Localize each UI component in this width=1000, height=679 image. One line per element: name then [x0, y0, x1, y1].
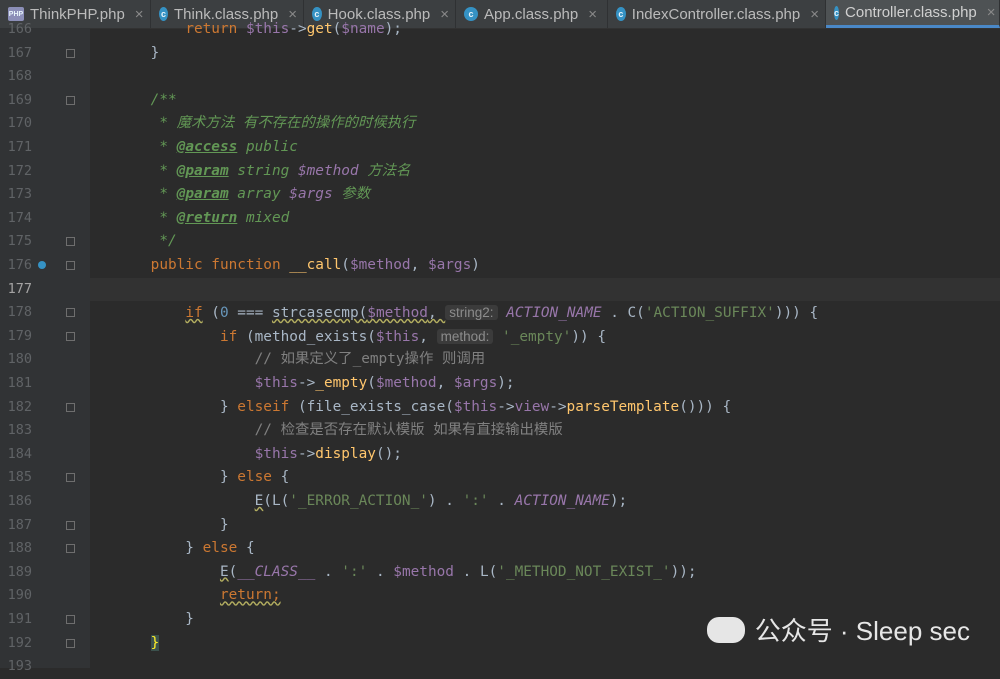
code-line[interactable]: 173 * @param array $args 参数: [0, 183, 1000, 207]
fold-marker-icon[interactable]: [66, 261, 75, 270]
fold-marker-icon[interactable]: [66, 615, 75, 624]
code-text: $this->display();: [254, 445, 402, 462]
code-text: public function __call($method, $args): [150, 257, 480, 273]
line-number: 182: [7, 398, 32, 415]
line-number: 183: [7, 422, 32, 439]
line-number: 191: [7, 611, 32, 627]
line-number: 172: [7, 162, 32, 179]
code-text: }: [116, 44, 160, 61]
wechat-icon: [706, 616, 745, 643]
line-number: 176: [7, 257, 32, 273]
code-line[interactable]: 169 /**: [0, 89, 1000, 113]
code-text: * @return mixed: [159, 209, 290, 226]
code-text: */: [159, 233, 177, 250]
code-text: * 魔术方法 有不存在的操作的时候执行: [159, 115, 416, 132]
line-number: 190: [7, 587, 32, 604]
code-line[interactable]: 170 * 魔术方法 有不存在的操作的时候执行: [0, 112, 1000, 136]
line-number: 193: [7, 658, 32, 675]
code-text: } elseif (file_exists_case($this->view->…: [116, 398, 732, 415]
line-number: 179: [7, 327, 32, 344]
code-text: return $this->get($name);: [185, 21, 402, 37]
code-line[interactable]: 186 E(L('_ERROR_ACTION_') . ':' . ACTION…: [0, 490, 1000, 514]
code-line[interactable]: 168: [0, 65, 1000, 89]
line-number: 184: [7, 445, 32, 462]
line-number: 181: [7, 375, 32, 391]
line-number: 168: [7, 68, 32, 85]
code-line[interactable]: 190 return;: [0, 584, 1000, 608]
code-text: /**: [150, 91, 177, 108]
code-line[interactable]: 193: [0, 655, 1000, 679]
line-number: 166: [7, 21, 32, 37]
code-text: return;: [219, 587, 281, 604]
code-line[interactable]: 180 // 如果定义了_empty操作 则调用: [0, 348, 1000, 372]
line-number: 167: [7, 44, 32, 61]
code-line[interactable]: 174 * @return mixed: [0, 207, 1000, 231]
line-number: 177: [7, 280, 32, 297]
code-line[interactable]: 175 */: [0, 230, 1000, 254]
fold-marker-icon[interactable]: [66, 48, 75, 58]
line-number: 192: [7, 634, 32, 651]
line-number: 175: [7, 233, 32, 250]
code-text: if (0 === strcasecmp($method, string2: A…: [185, 305, 819, 322]
code-text: // 检查是否存在默认模版 如果有直接输出模版: [254, 422, 563, 439]
code-text: $this->_empty($method, $args);: [254, 375, 515, 391]
code-line[interactable]: 178 if (0 === strcasecmp($method, string…: [0, 301, 1000, 325]
watermark-text: 公众号 · Sleep sec: [754, 616, 970, 646]
code-text: // 如果定义了_empty操作 则调用: [254, 351, 486, 368]
fold-marker-icon[interactable]: [66, 638, 75, 648]
fold-marker-icon[interactable]: [66, 402, 75, 412]
line-number: 187: [7, 516, 32, 533]
line-number: 173: [7, 186, 32, 203]
override-method-icon[interactable]: [38, 261, 46, 269]
fold-marker-icon[interactable]: [66, 544, 75, 554]
code-line[interactable]: 176 public function __call($method, $arg…: [0, 254, 1000, 278]
code-text: }: [116, 516, 229, 533]
code-line[interactable]: 185 } else {: [0, 466, 1000, 490]
code-text: }: [150, 634, 160, 651]
line-number: 174: [7, 209, 32, 226]
code-text: * @param string $method 方法名: [159, 162, 411, 179]
fold-marker-icon[interactable]: [66, 95, 75, 105]
code-text: } else {: [116, 469, 290, 486]
line-number: 188: [7, 540, 32, 557]
code-text: } else {: [116, 540, 255, 557]
line-number: 186: [7, 493, 32, 509]
code-line[interactable]: 179 if (method_exists($this, method: '_e…: [0, 325, 1000, 349]
code-line[interactable]: 181 $this->_empty($method, $args);: [0, 372, 1000, 396]
code-text: E(__CLASS__ . ':' . $method . L('_METHOD…: [219, 563, 697, 580]
current-line-highlight: [90, 277, 1000, 302]
fold-marker-icon[interactable]: [66, 308, 75, 318]
code-text: * @param array $args 参数: [159, 186, 371, 203]
line-number: 180: [7, 351, 32, 368]
code-line[interactable]: 183 // 检查是否存在默认模版 如果有直接输出模版: [0, 419, 1000, 443]
fold-marker-icon[interactable]: [66, 473, 75, 483]
line-number: 171: [7, 139, 32, 155]
watermark: 公众号 · Sleep sec: [706, 611, 970, 648]
code-text: * @access public: [159, 139, 298, 155]
code-line[interactable]: 171 * @access public: [0, 136, 1000, 160]
line-number: 170: [7, 115, 32, 132]
code-text: E(L('_ERROR_ACTION_') . ':' . ACTION_NAM…: [254, 493, 628, 509]
line-number: 178: [7, 304, 32, 321]
code-line[interactable]: 184 $this->display();: [0, 443, 1000, 467]
code-line[interactable]: 166 return $this->get($name);: [0, 18, 1000, 42]
code-text: if (method_exists($this, method: '_empty…: [219, 328, 606, 345]
code-line[interactable]: 187 }: [0, 514, 1000, 538]
fold-marker-icon[interactable]: [66, 237, 75, 247]
code-line[interactable]: 189 E(__CLASS__ . ':' . $method . L('_ME…: [0, 561, 1000, 585]
line-number: 169: [7, 91, 32, 108]
code-line[interactable]: 167 }: [0, 42, 1000, 66]
code-text: }: [116, 611, 194, 627]
fold-marker-icon[interactable]: [66, 520, 75, 530]
line-number: 185: [7, 469, 32, 486]
fold-marker-icon[interactable]: [66, 331, 75, 341]
line-number: 189: [7, 563, 32, 580]
code-line[interactable]: 188 } else {: [0, 537, 1000, 561]
code-line[interactable]: 172 * @param string $method 方法名: [0, 160, 1000, 184]
code-line[interactable]: 182 } elseif (file_exists_case($this->vi…: [0, 396, 1000, 420]
